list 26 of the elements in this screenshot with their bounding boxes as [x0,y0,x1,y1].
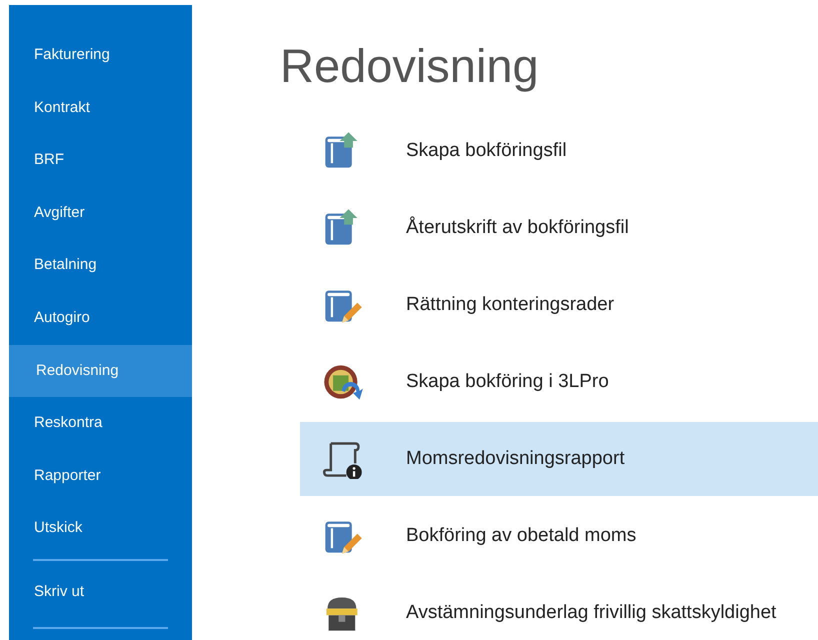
sidebar-item[interactable]: Autogiro [9,292,192,345]
sidebar-item[interactable]: Redovisning [9,344,192,398]
menu-item[interactable]: Återutskrift av bokföringsfil [300,191,818,265]
sidebar-item[interactable]: Skriv ut [9,560,192,623]
menu-item-label: Avstämningsunderlag frivillig skattskyldighet [406,602,776,624]
sidebar-item[interactable]: BRF [9,134,192,187]
sidebar-item[interactable]: Fakturering [9,29,192,82]
sidebar-item[interactable]: Reskontra [9,397,192,450]
sidebar-item[interactable]: Betalning [9,239,192,292]
sidebar-item[interactable]: Rapporter [9,450,192,502]
menu-item[interactable]: Skapa bokföring i 3LPro [300,345,818,419]
menu-item-label: Bokföring av obetald moms [406,525,636,547]
sidebar-item[interactable]: Kontrakt [9,82,192,134]
page-title: Redovisning [280,38,540,94]
menu-item-label: Skapa bokföring i 3LPro [406,371,609,393]
menu-item[interactable]: Skapa bokföringsfil [300,114,818,188]
sidebar-item[interactable]: Avgifter [9,186,192,240]
menu-item-label: Momsredovisningsrapport [406,448,625,470]
menu-item[interactable]: Rättning konteringsrader [300,268,818,342]
menu-item[interactable]: Avstämningsunderlag frivillig skattskyldighet [300,576,818,640]
menu-item-label: Återutskrift av bokföringsfil [406,217,629,239]
menu-item-label: Skapa bokföringsfil [406,140,567,162]
menu-item-label: Rättning konteringsrader [406,294,614,316]
menu-item[interactable]: Momsredovisningsrapport [300,422,818,496]
menu-item[interactable]: Bokföring av obetald moms [300,499,818,573]
sidebar-item[interactable]: Utskick [9,502,192,555]
